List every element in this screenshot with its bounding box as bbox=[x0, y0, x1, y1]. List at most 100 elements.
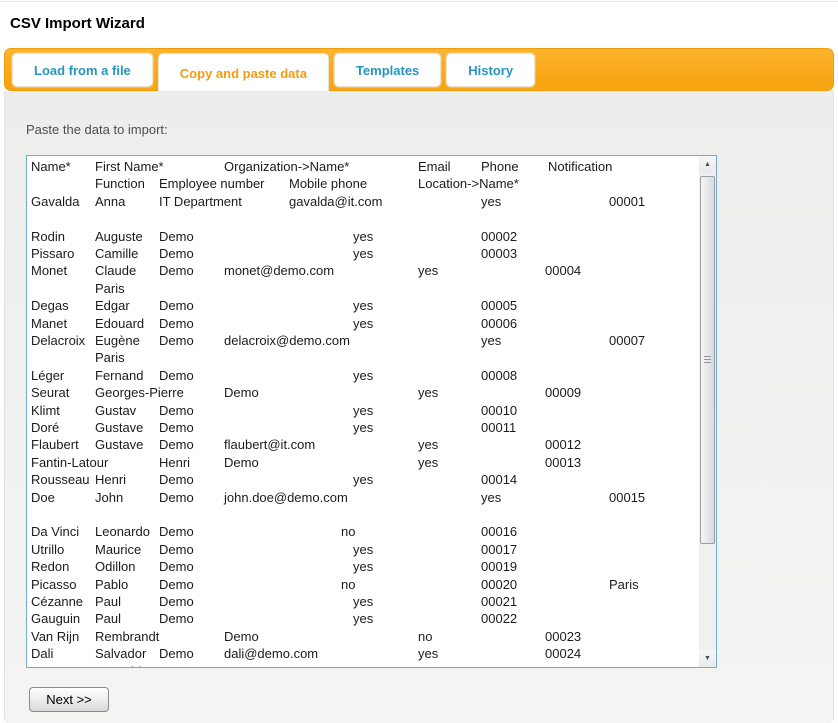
csv-cell: Paris bbox=[609, 576, 639, 593]
csv-line: Grenoble bbox=[31, 663, 698, 668]
csv-line: Fantin-LatourHenriDemoyes00013 bbox=[31, 454, 698, 472]
tab-copy-and-paste-data[interactable]: Copy and paste data bbox=[158, 53, 329, 92]
csv-cell: 00011 bbox=[481, 419, 516, 436]
csv-line: DaliSalvadorDemodali@demo.comyes00024 bbox=[31, 645, 698, 663]
csv-cell: 00023 bbox=[545, 628, 581, 645]
csv-cell: 00022 bbox=[481, 610, 517, 627]
csv-cell: 00007 bbox=[609, 332, 645, 349]
csv-cell: Organization->Name* bbox=[224, 158, 349, 175]
csv-cell: yes bbox=[418, 454, 438, 471]
csv-cell: Demo bbox=[159, 367, 194, 384]
csv-cell: Function bbox=[95, 175, 145, 192]
csv-cell: Demo bbox=[159, 576, 194, 593]
csv-line: FlaubertGustaveDemoflaubert@it.comyes000… bbox=[31, 436, 698, 454]
csv-cell: Fernand bbox=[95, 367, 143, 384]
csv-cell: 00003 bbox=[481, 245, 517, 262]
csv-cell: Picasso bbox=[31, 576, 77, 593]
csv-cell: Demo bbox=[159, 419, 194, 436]
csv-cell: 00001 bbox=[609, 193, 645, 210]
arrow-up-icon: ▲ bbox=[704, 161, 711, 168]
csv-cell: Doe bbox=[31, 489, 55, 506]
vertical-scrollbar[interactable]: ▲ ▼ bbox=[699, 156, 716, 667]
scroll-down-button[interactable]: ▼ bbox=[699, 650, 716, 667]
csv-cell: Edouard bbox=[95, 315, 144, 332]
scroll-up-button[interactable]: ▲ bbox=[699, 156, 716, 173]
csv-cell: Email bbox=[418, 158, 451, 175]
csv-cell: Klimt bbox=[31, 402, 60, 419]
csv-cell: yes bbox=[418, 384, 438, 401]
csv-cell: 00014 bbox=[481, 471, 517, 488]
csv-cell: Leonardo bbox=[95, 523, 150, 540]
csv-cell: Demo bbox=[224, 628, 259, 645]
csv-cell: Notification bbox=[548, 158, 612, 175]
csv-cell: Mobile phone bbox=[289, 175, 367, 192]
csv-cell: Van Rijn bbox=[31, 628, 79, 645]
csv-cell: Gustave bbox=[95, 436, 143, 453]
csv-cell: yes bbox=[353, 419, 373, 436]
paste-data-textarea[interactable]: Name*First Name*Organization->Name*Email… bbox=[26, 155, 717, 668]
csv-cell: Employee number bbox=[159, 175, 265, 192]
csv-cell: Name* bbox=[31, 158, 71, 175]
tab-load-from-a-file[interactable]: Load from a file bbox=[12, 53, 153, 87]
csv-cell: Salvador bbox=[95, 645, 146, 662]
csv-cell: yes bbox=[353, 367, 373, 384]
csv-cell: Demo bbox=[159, 645, 194, 662]
tab-templates[interactable]: Templates bbox=[334, 53, 441, 87]
csv-line: FunctionEmployee numberMobile phoneLocat… bbox=[31, 175, 698, 193]
csv-cell: Claude bbox=[95, 262, 136, 279]
csv-cell: delacroix@demo.com bbox=[224, 332, 350, 349]
csv-cell: yes bbox=[353, 245, 373, 262]
csv-line: KlimtGustavDemoyes00010 bbox=[31, 402, 698, 420]
csv-cell: Henri bbox=[159, 454, 190, 471]
csv-cell: Dali bbox=[31, 645, 53, 662]
csv-line bbox=[31, 210, 698, 228]
csv-cell: Doré bbox=[31, 419, 59, 436]
csv-line: UtrilloMauriceDemoyes00017 bbox=[31, 541, 698, 559]
csv-text: Name*First Name*Organization->Name*Email… bbox=[31, 156, 698, 667]
csv-cell: 00019 bbox=[481, 558, 517, 575]
csv-cell: 00020 bbox=[481, 576, 517, 593]
csv-cell: monet@demo.com bbox=[224, 262, 334, 279]
csv-line: DoréGustaveDemoyes00011 bbox=[31, 419, 698, 437]
csv-cell: Eugène bbox=[95, 332, 140, 349]
csv-cell: Demo bbox=[159, 315, 194, 332]
csv-cell: Edgar bbox=[95, 297, 130, 314]
tab-history[interactable]: History bbox=[446, 53, 535, 87]
csv-cell: Demo bbox=[159, 471, 194, 488]
csv-cell: Paris bbox=[95, 280, 125, 297]
csv-cell: Demo bbox=[159, 541, 194, 558]
csv-cell: 00004 bbox=[545, 262, 581, 279]
csv-cell: yes bbox=[418, 645, 438, 662]
csv-cell: Degas bbox=[31, 297, 69, 314]
csv-cell: Rodin bbox=[31, 228, 65, 245]
csv-cell: 00017 bbox=[481, 541, 517, 558]
csv-cell: Utrillo bbox=[31, 541, 64, 558]
csv-cell: Auguste bbox=[95, 228, 143, 245]
top-divider bbox=[0, 1, 838, 2]
csv-cell: Grenoble bbox=[95, 663, 148, 668]
csv-line: DegasEdgarDemoyes00005 bbox=[31, 297, 698, 315]
csv-cell: 00021 bbox=[481, 593, 517, 610]
page-title: CSV Import Wizard bbox=[10, 15, 145, 32]
csv-cell: Monet bbox=[31, 262, 67, 279]
paste-data-label: Paste the data to import: bbox=[26, 122, 168, 137]
csv-cell: Maurice bbox=[95, 541, 141, 558]
csv-cell: 00015 bbox=[609, 489, 645, 506]
tab-bar: Load from a fileCopy and paste dataTempl… bbox=[4, 48, 834, 91]
next-button[interactable]: Next >> bbox=[29, 687, 109, 712]
csv-line: Name*First Name*Organization->Name*Email… bbox=[31, 158, 698, 176]
scrollbar-thumb[interactable] bbox=[700, 176, 715, 544]
csv-cell: Fantin-Latour bbox=[31, 454, 108, 471]
csv-cell: Gavalda bbox=[31, 193, 79, 210]
csv-line: PicassoPabloDemono00020Paris bbox=[31, 576, 698, 594]
csv-cell: Demo bbox=[159, 436, 194, 453]
csv-cell: yes bbox=[353, 228, 373, 245]
csv-cell: Gustav bbox=[95, 402, 136, 419]
csv-cell: Léger bbox=[31, 367, 64, 384]
content-panel: Paste the data to import: Name*First Nam… bbox=[4, 91, 834, 723]
csv-cell: Seurat bbox=[31, 384, 69, 401]
csv-line: PissaroCamilleDemoyes00003 bbox=[31, 245, 698, 263]
csv-line: Da VinciLeonardoDemono00016 bbox=[31, 523, 698, 541]
csv-cell: 00024 bbox=[545, 645, 581, 662]
csv-cell: Demo bbox=[159, 523, 194, 540]
